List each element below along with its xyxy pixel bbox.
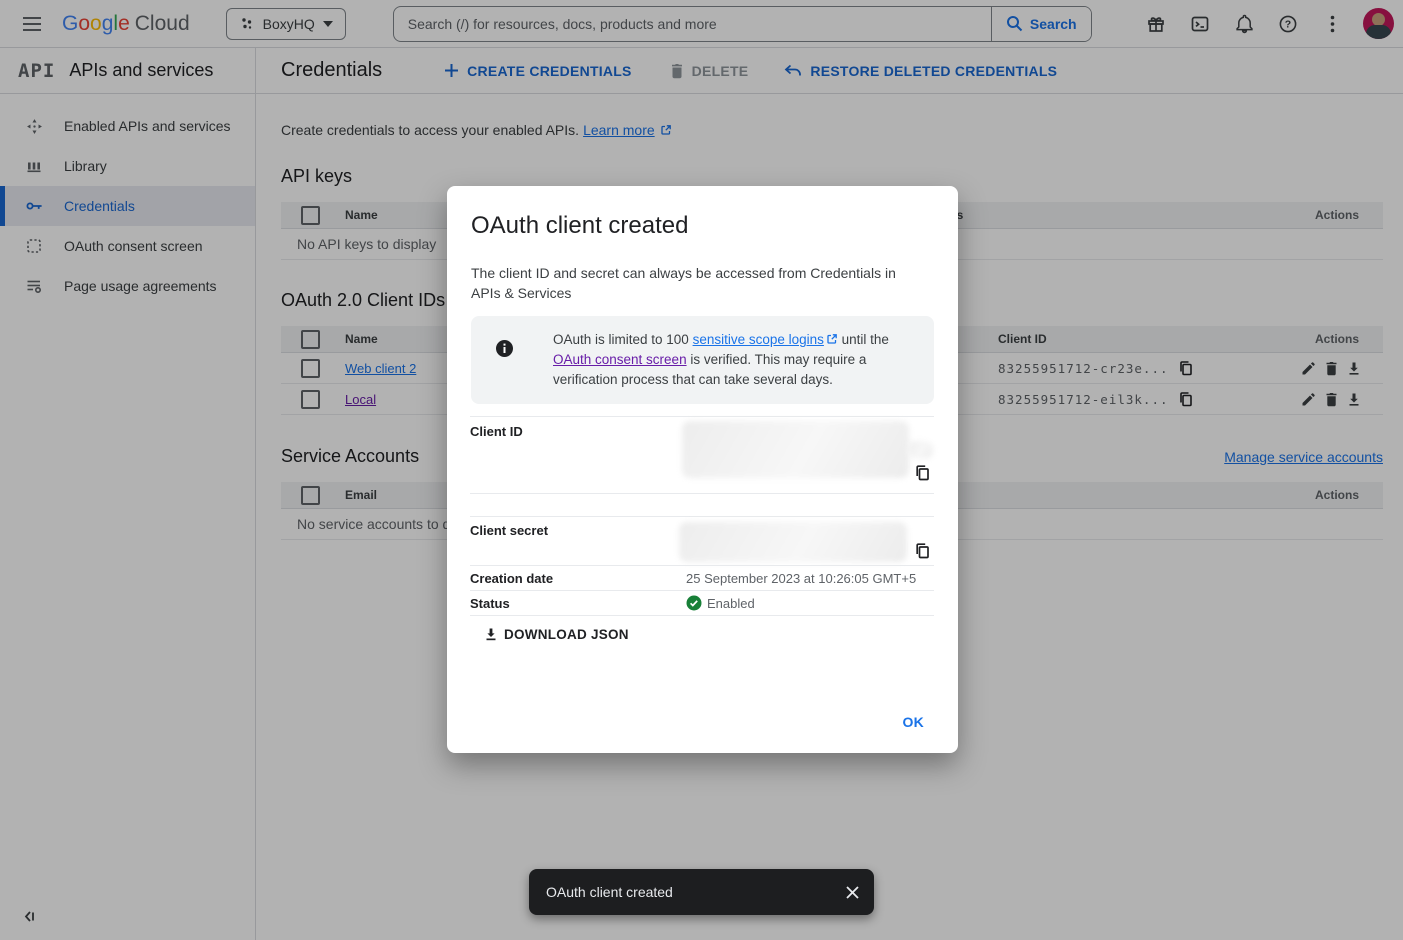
dialog-description: The client ID and secret can always be a… xyxy=(471,263,911,303)
ok-button[interactable]: OK xyxy=(895,708,933,736)
status-value: Enabled xyxy=(707,596,755,611)
sensitive-scope-logins-link[interactable]: sensitive scope logins xyxy=(693,332,838,347)
creation-date-value: 25 September 2023 at 10:26:05 GMT+5 xyxy=(686,571,916,586)
download-icon xyxy=(484,627,498,642)
copy-icon[interactable] xyxy=(915,543,930,559)
client-secret-redacted-value xyxy=(679,522,907,562)
copy-icon[interactable] xyxy=(915,465,930,481)
oauth-consent-screen-link[interactable]: OAuth consent screen xyxy=(553,352,687,367)
oauth-limit-notice: OAuth is limited to 100 sensitive scope … xyxy=(471,316,934,404)
status-enabled-icon xyxy=(686,595,702,611)
client-secret-label: Client secret xyxy=(470,517,686,565)
creation-date-label: Creation date xyxy=(470,571,686,586)
spacer-row xyxy=(470,493,934,516)
client-id-row: Client ID xyxy=(470,416,934,493)
info-icon xyxy=(495,330,519,390)
client-id-redacted-value xyxy=(682,421,909,478)
status-label: Status xyxy=(470,596,686,611)
screen: Google Cloud BoxyHQ Search (/) for resou… xyxy=(0,0,1403,940)
client-id-label: Client ID xyxy=(470,417,686,493)
close-icon[interactable] xyxy=(845,885,860,900)
toast: OAuth client created xyxy=(529,869,874,915)
status-row: Status Enabled xyxy=(470,590,934,616)
toast-message: OAuth client created xyxy=(546,884,845,900)
client-secret-row: Client secret xyxy=(470,516,934,565)
dialog-title: OAuth client created xyxy=(471,212,934,240)
client-id-redacted-value xyxy=(907,441,933,459)
download-json-button[interactable]: DOWNLOAD JSON xyxy=(484,627,629,642)
dialog-fields: Client ID Client secret Creation date 25… xyxy=(470,416,934,616)
oauth-client-created-dialog: OAuth client created The client ID and s… xyxy=(447,186,958,753)
external-link-icon xyxy=(826,333,838,345)
creation-date-row: Creation date 25 September 2023 at 10:26… xyxy=(470,565,934,590)
